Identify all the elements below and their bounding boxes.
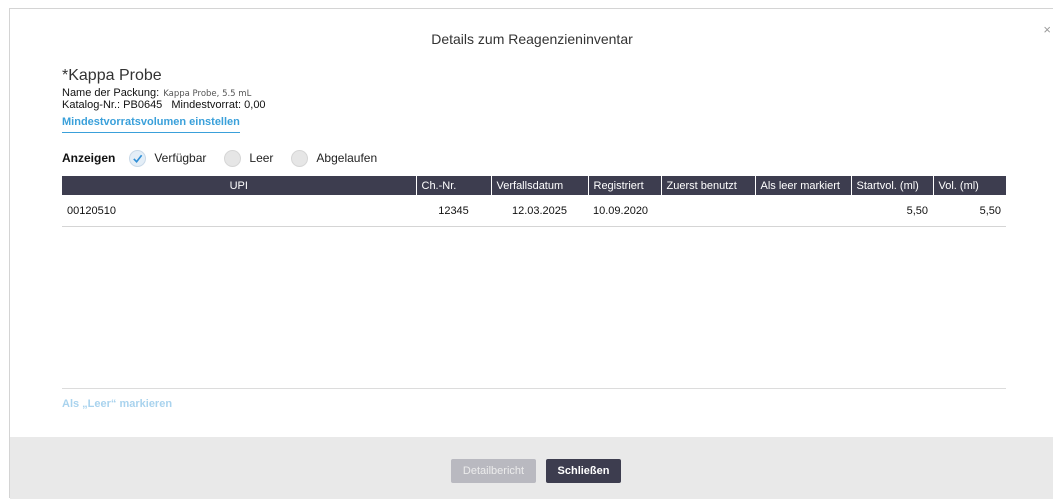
mark-empty-link[interactable]: Als „Leer“ markieren bbox=[62, 398, 172, 410]
cell-upi: 00120510 bbox=[62, 195, 416, 227]
catalog-row: Katalog-Nr.: PB0645 Mindestvorrat: 0,00 bbox=[62, 99, 266, 111]
dialog-title: Details zum Reagenzieninventar bbox=[431, 31, 633, 47]
column-header-upi[interactable]: UPI bbox=[62, 176, 416, 195]
column-header-marked-empty[interactable]: Als leer markiert bbox=[754, 176, 851, 195]
cell-lot: 12345 bbox=[416, 195, 491, 227]
pack-name-row: Name der Packung: Kappa Probe, 5.5 mL bbox=[62, 87, 251, 99]
radio-empty[interactable] bbox=[224, 149, 242, 167]
cell-marked-empty bbox=[755, 195, 851, 227]
column-header-start-vol[interactable]: Startvol. (ml) bbox=[850, 176, 933, 195]
pack-name-value: Kappa Probe, 5.5 mL bbox=[163, 89, 252, 99]
min-stock-value: 0,00 bbox=[244, 99, 266, 111]
inventory-table: UPI Ch.-Nr. Verfallsdatum Registriert Zu… bbox=[62, 176, 1006, 227]
filter-row: Anzeigen Verfügbar Leer Abgelaufen bbox=[62, 148, 395, 168]
filter-label: Anzeigen bbox=[62, 151, 116, 165]
reagent-inventory-dialog: × Details zum Reagenzieninventar *Kappa … bbox=[9, 8, 1053, 499]
column-header-registered[interactable]: Registriert bbox=[587, 176, 661, 195]
pack-name-label: Name der Packung: bbox=[62, 87, 160, 99]
dialog-footer: Detailbericht Schließen bbox=[10, 437, 1053, 499]
min-stock-label: Mindestvorrat: bbox=[171, 99, 242, 111]
radio-expired-label[interactable]: Abgelaufen bbox=[316, 151, 377, 165]
set-min-volume-link[interactable]: Mindestvorratsvolumen einstellen bbox=[62, 116, 240, 133]
cell-vol: 5,50 bbox=[933, 195, 1006, 227]
table-row[interactable]: 00120510 12345 12.03.2025 10.09.2020 5,5… bbox=[62, 195, 1006, 227]
column-header-lot[interactable]: Ch.-Nr. bbox=[415, 176, 491, 195]
column-header-first-used[interactable]: Zuerst benutzt bbox=[660, 176, 755, 195]
catalog-label: Katalog-Nr.: bbox=[62, 99, 121, 111]
close-button[interactable]: Schließen bbox=[546, 459, 621, 483]
radio-available-label[interactable]: Verfügbar bbox=[154, 151, 206, 165]
cell-first-used bbox=[661, 195, 755, 227]
column-header-vol[interactable]: Vol. (ml) bbox=[932, 176, 1006, 195]
radio-empty-label[interactable]: Leer bbox=[249, 151, 273, 165]
product-name: *Kappa Probe bbox=[62, 67, 162, 84]
radio-available[interactable] bbox=[129, 149, 147, 167]
radio-expired[interactable] bbox=[291, 149, 309, 167]
checkmark-icon bbox=[133, 154, 143, 163]
table-header-row: UPI Ch.-Nr. Verfallsdatum Registriert Zu… bbox=[62, 176, 1006, 195]
catalog-value: PB0645 bbox=[123, 99, 163, 111]
cell-registered: 10.09.2020 bbox=[588, 195, 661, 227]
divider bbox=[62, 388, 1006, 389]
cell-expiry: 12.03.2025 bbox=[491, 195, 588, 227]
detail-report-button[interactable]: Detailbericht bbox=[451, 459, 536, 483]
cell-start-vol: 5,50 bbox=[851, 195, 933, 227]
column-header-expiry[interactable]: Verfallsdatum bbox=[490, 176, 588, 195]
